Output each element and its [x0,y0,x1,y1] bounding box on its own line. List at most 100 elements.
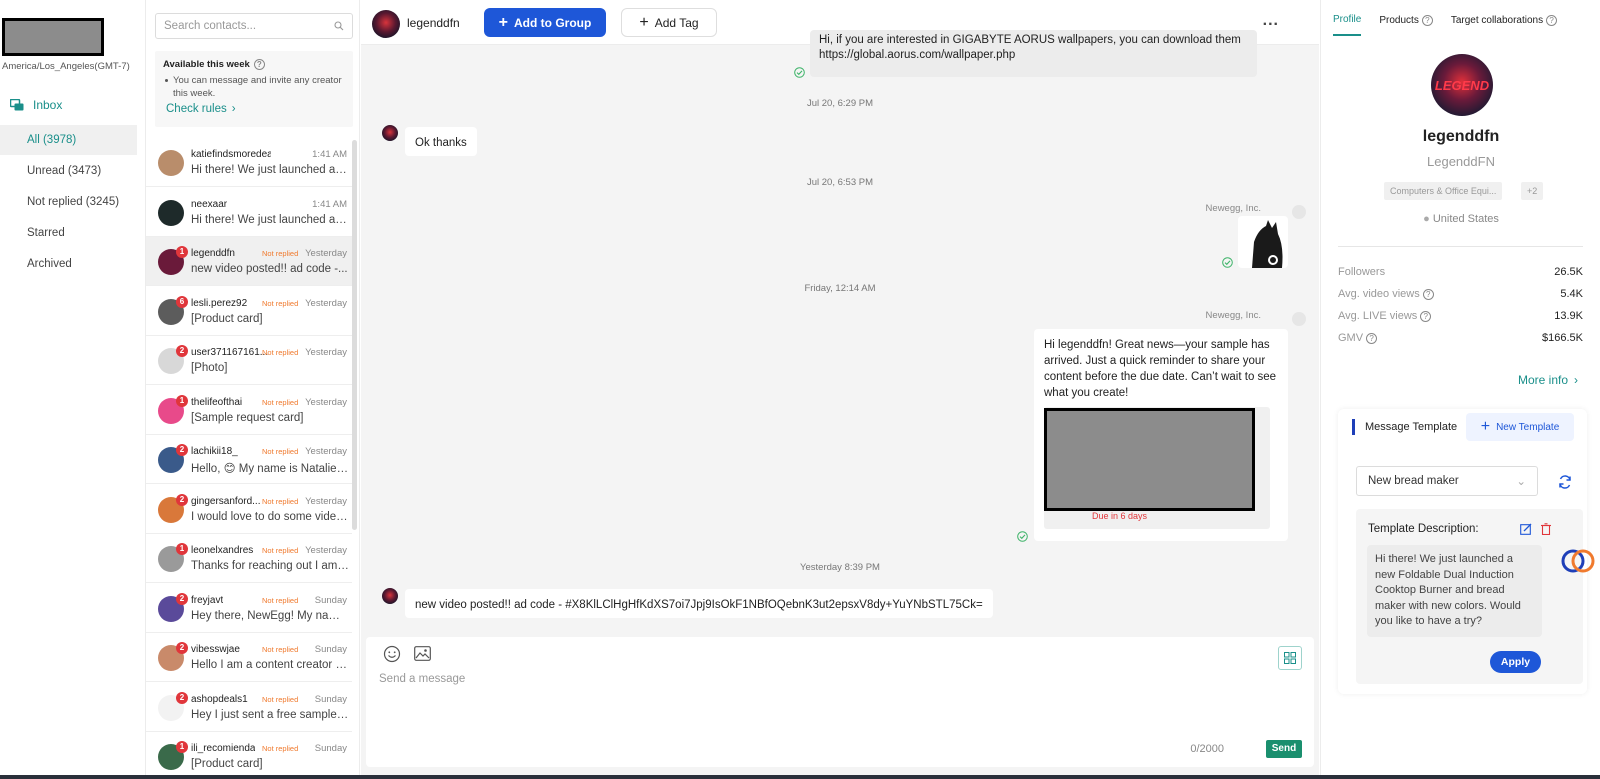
contact-row[interactable]: 6 lesli.perez92 Not replied Yesterday [Produ… [146,287,352,336]
grid-icon [1284,652,1296,664]
contacts-scrollbar[interactable] [352,140,357,530]
contact-time: Yesterday [305,495,347,507]
delete-icon[interactable] [1540,523,1552,535]
contact-name: katiefindsmoredeals [191,149,271,160]
inbox-label: Inbox [33,98,63,112]
contact-preview: Thanks for reaching out I am ... [191,560,349,572]
delivered-check-icon [1017,531,1028,542]
nav-item-archived[interactable]: Archived [0,249,137,279]
status-badge: Not replied [262,249,299,258]
message-line: Hi, if you are interested in GIGABYTE AO… [819,34,1241,46]
chevron-down-icon: ⌄ [1516,476,1526,488]
location-label: United States [1432,213,1499,225]
search-icon[interactable] [334,21,344,31]
template-select[interactable]: New bread maker ⌄ [1356,466,1538,496]
tab-products-label: Products [1379,15,1419,26]
help-icon[interactable]: ? [1420,310,1432,322]
date-separator: Jul 20, 6:29 PM [806,98,873,109]
stat-label: Avg. LIVE views [1338,310,1418,322]
message-link[interactable]: https://global.aorus.com/wallpaper.php [819,47,1248,63]
contact-row[interactable]: neexaar 1:41 AM Hi there! We just launched… [146,188,352,237]
contact-row[interactable]: 1 leonelxandres Not replied Yesterday Thanks… [146,534,352,583]
contact-name: legenddfn [191,248,235,259]
message-composer: 0/2000 Send [366,637,1314,767]
left-nav: America/Los_Angeles(GMT-7) Inbox All (39… [0,0,146,779]
stat-label: Avg. video views [1338,288,1420,300]
divider [1338,246,1583,247]
help-icon[interactable]: ? [1366,332,1378,344]
refresh-icon[interactable] [1558,475,1572,489]
contact-row[interactable]: 1 legenddfn Not replied Yesterday new video … [146,237,352,286]
unread-badge: 2 [176,444,188,456]
contact-list-panel: Available this week ? You can message an… [146,0,360,779]
contact-time: Yesterday [305,396,347,408]
tab-profile[interactable]: Profile [1333,14,1362,36]
avatar[interactable] [372,10,400,38]
contact-time: Yesterday [305,248,347,259]
more-options-icon[interactable]: ... [1263,12,1279,30]
tab-target-collaborations-label: Target collaborations [1450,15,1544,26]
info-icon[interactable]: ? [253,59,265,70]
sticker-message[interactable] [1238,216,1288,268]
contact-row[interactable]: 1 ili_recomienda Not replied Sunday [Product… [146,732,352,779]
contact-row[interactable]: katiefindsmoredeals 1:41 AM Hi there! We j… [146,138,352,187]
unread-badge: 6 [176,295,188,308]
avatar [1292,205,1306,219]
sample-card[interactable]: Due in 6 days [1044,407,1270,529]
status-badge: Not replied [262,298,299,308]
add-tag-label: Add Tag [654,15,699,30]
template-description-card: Template Description: Hi there! We just … [1356,509,1583,684]
contact-name: freyjavt [191,594,224,606]
contact-row[interactable]: 2 gingersanford... Not replied Yesterday I w… [146,485,352,534]
add-to-group-button[interactable]: + Add to Group [484,8,606,37]
nav-item-all[interactable]: All (3978) [0,125,137,155]
section-marker [1352,419,1355,435]
status-badge: Not replied [262,744,299,753]
apply-button[interactable]: Apply [1490,651,1541,673]
add-to-group-label: Add to Group [514,15,592,30]
check-rules-link[interactable]: Check rules › [163,103,345,115]
contact-preview: [Product card] [191,312,263,325]
unread-badge: 2 [176,642,188,654]
message-input[interactable] [379,673,1279,733]
nav-item-starred[interactable]: Starred [0,218,137,248]
availability-title: Available this week [163,59,250,70]
profile-handle: LegenddFN [1427,154,1495,169]
nav-item-unread[interactable]: Unread (3473) [0,156,137,186]
emoji-icon[interactable] [383,645,401,663]
contact-name: ili_recomienda [191,743,256,754]
send-button[interactable]: Send [1266,740,1302,758]
quick-reply-grid-icon[interactable] [1278,646,1302,670]
contact-row[interactable]: 2 vibesswjae Not replied Sunday Hello I am a… [146,633,352,682]
assistant-rings-icon[interactable] [1561,547,1597,575]
tab-products[interactable]: Products? [1379,14,1433,36]
char-counter: 0/2000 [1190,743,1224,755]
chat-contact-name[interactable]: legenddfn [407,16,460,30]
more-info-link[interactable]: More info › [1518,373,1578,387]
more-tags-badge[interactable]: +2 [1521,182,1544,200]
contact-row[interactable]: 2 user371167161... Not replied Yesterday [Ph… [146,336,352,385]
contact-preview: [Sample request card] [191,411,304,424]
edit-icon[interactable] [1520,523,1532,535]
date-separator: Yesterday 8:39 PM [800,562,880,573]
help-icon[interactable]: ? [1422,288,1434,300]
unread-badge: 1 [176,394,188,407]
search-input[interactable] [164,20,334,32]
contact-time: Yesterday [305,347,347,358]
add-tag-button[interactable]: + Add Tag [621,8,717,37]
inbox-header[interactable]: Inbox [10,98,62,112]
nav-item-not-replied[interactable]: Not replied (3245) [0,187,137,217]
contact-row[interactable]: 2 lachikii18_ Not replied Yesterday Hello, 😊… [146,435,352,484]
contact-time: Sunday [314,693,347,705]
tab-target-collaborations[interactable]: Target collaborations? [1450,14,1558,36]
contact-row[interactable]: 2 ashopdeals1 Not replied Sunday Hey I just … [146,683,352,732]
image-upload-icon[interactable] [414,646,431,661]
check-rules-label: Check rules [166,103,227,115]
date-separator: Friday, 12:14 AM [804,283,876,294]
contact-row[interactable]: 2 freyjavt Not replied Sunday Hey there, New… [146,584,352,633]
status-badge: Not replied [262,546,299,555]
contact-preview: [Product card] [191,758,263,770]
plus-icon: + [639,13,649,31]
new-template-button[interactable]: + New Template [1466,413,1574,441]
contact-row[interactable]: 1 thelifeofthai Not replied Yesterday [Sampl… [146,386,352,435]
